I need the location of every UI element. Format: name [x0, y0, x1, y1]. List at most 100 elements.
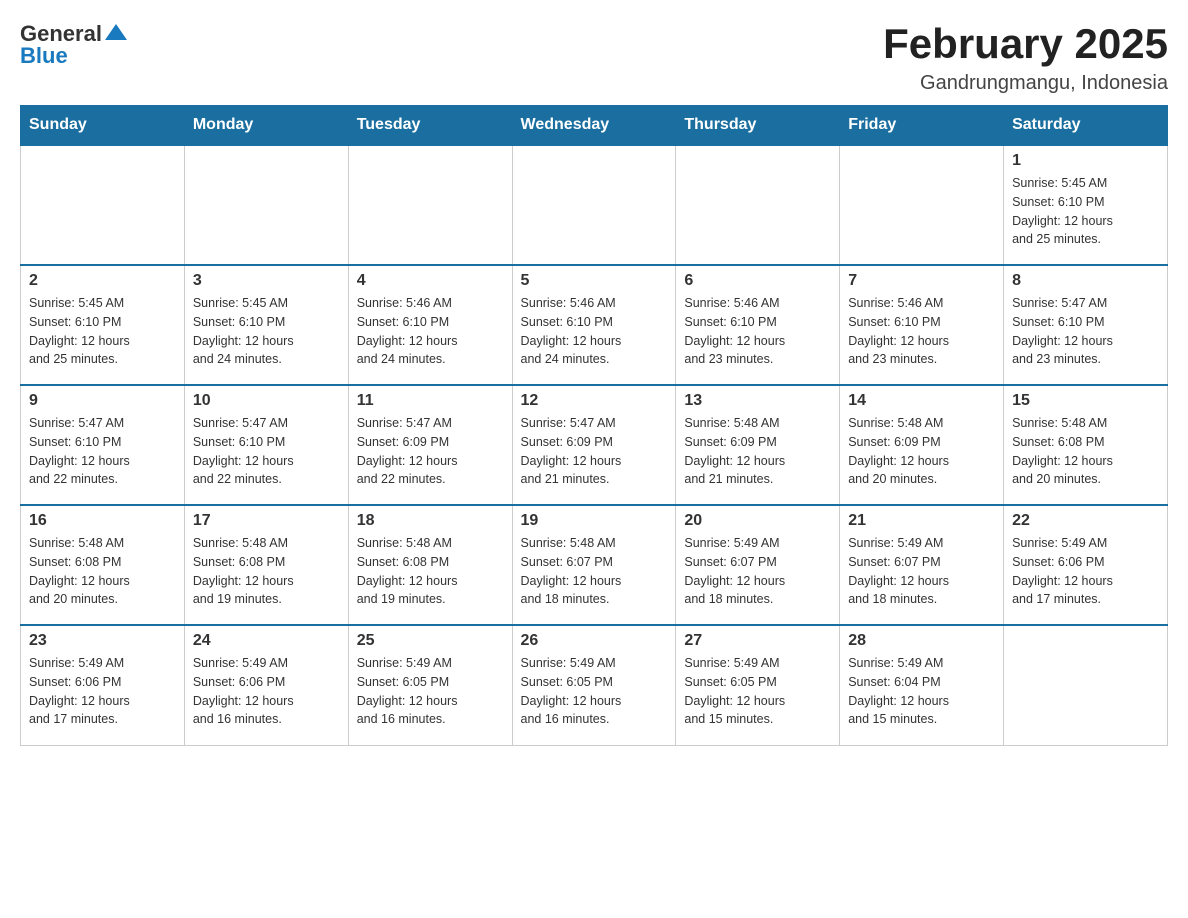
day-number: 7 — [848, 272, 995, 290]
day-info: Sunrise: 5:49 AMSunset: 6:06 PMDaylight:… — [193, 654, 340, 729]
day-info: Sunrise: 5:48 AMSunset: 6:07 PMDaylight:… — [521, 534, 668, 609]
title-section: February 2025 Gandrungmangu, Indonesia — [883, 20, 1168, 95]
day-number: 8 — [1012, 272, 1159, 290]
calendar-cell: 1 Sunrise: 5:45 AMSunset: 6:10 PMDaylight… — [1004, 145, 1168, 265]
calendar-cell: 25 Sunrise: 5:49 AMSunset: 6:05 PMDayligh… — [348, 625, 512, 745]
day-info: Sunrise: 5:48 AMSunset: 6:08 PMDaylight:… — [357, 534, 504, 609]
day-number: 11 — [357, 392, 504, 410]
day-info: Sunrise: 5:46 AMSunset: 6:10 PMDaylight:… — [848, 294, 995, 369]
calendar-cell: 16 Sunrise: 5:48 AMSunset: 6:08 PMDayligh… — [21, 505, 185, 625]
calendar-cell — [512, 145, 676, 265]
day-number: 22 — [1012, 512, 1159, 530]
calendar-cell — [676, 145, 840, 265]
day-info: Sunrise: 5:46 AMSunset: 6:10 PMDaylight:… — [357, 294, 504, 369]
day-info: Sunrise: 5:45 AMSunset: 6:10 PMDaylight:… — [193, 294, 340, 369]
day-number: 2 — [29, 272, 176, 290]
day-info: Sunrise: 5:47 AMSunset: 6:10 PMDaylight:… — [1012, 294, 1159, 369]
day-number: 1 — [1012, 152, 1159, 170]
day-info: Sunrise: 5:49 AMSunset: 6:07 PMDaylight:… — [684, 534, 831, 609]
day-info: Sunrise: 5:45 AMSunset: 6:10 PMDaylight:… — [29, 294, 176, 369]
calendar-cell: 19 Sunrise: 5:48 AMSunset: 6:07 PMDayligh… — [512, 505, 676, 625]
week-row-2: 2 Sunrise: 5:45 AMSunset: 6:10 PMDaylight… — [21, 265, 1168, 385]
calendar-cell: 11 Sunrise: 5:47 AMSunset: 6:09 PMDayligh… — [348, 385, 512, 505]
day-info: Sunrise: 5:49 AMSunset: 6:04 PMDaylight:… — [848, 654, 995, 729]
calendar-cell: 17 Sunrise: 5:48 AMSunset: 6:08 PMDayligh… — [184, 505, 348, 625]
week-row-5: 23 Sunrise: 5:49 AMSunset: 6:06 PMDayligh… — [21, 625, 1168, 745]
day-header-saturday: Saturday — [1004, 106, 1168, 146]
day-number: 25 — [357, 632, 504, 650]
day-info: Sunrise: 5:48 AMSunset: 6:09 PMDaylight:… — [848, 414, 995, 489]
calendar-cell: 8 Sunrise: 5:47 AMSunset: 6:10 PMDaylight… — [1004, 265, 1168, 385]
day-info: Sunrise: 5:48 AMSunset: 6:08 PMDaylight:… — [29, 534, 176, 609]
location-subtitle: Gandrungmangu, Indonesia — [883, 72, 1168, 95]
day-number: 9 — [29, 392, 176, 410]
day-header-monday: Monday — [184, 106, 348, 146]
day-info: Sunrise: 5:49 AMSunset: 6:07 PMDaylight:… — [848, 534, 995, 609]
day-number: 23 — [29, 632, 176, 650]
calendar-cell: 3Sunrise: 5:45 AMSunset: 6:10 PMDaylight… — [184, 265, 348, 385]
day-info: Sunrise: 5:47 AMSunset: 6:09 PMDaylight:… — [521, 414, 668, 489]
day-number: 13 — [684, 392, 831, 410]
calendar-cell: 27Sunrise: 5:49 AMSunset: 6:05 PMDayligh… — [676, 625, 840, 745]
logo-triangle-icon — [105, 22, 127, 42]
day-number: 14 — [848, 392, 995, 410]
month-title: February 2025 — [883, 20, 1168, 68]
day-number: 17 — [193, 512, 340, 530]
page-header: General Blue February 2025 Gandrungmangu… — [20, 20, 1168, 95]
calendar-cell: 2 Sunrise: 5:45 AMSunset: 6:10 PMDaylight… — [21, 265, 185, 385]
week-row-4: 16 Sunrise: 5:48 AMSunset: 6:08 PMDayligh… — [21, 505, 1168, 625]
day-number: 18 — [357, 512, 504, 530]
day-info: Sunrise: 5:49 AMSunset: 6:05 PMDaylight:… — [357, 654, 504, 729]
calendar-cell: 9 Sunrise: 5:47 AMSunset: 6:10 PMDaylight… — [21, 385, 185, 505]
day-number: 26 — [521, 632, 668, 650]
calendar-cell — [348, 145, 512, 265]
day-info: Sunrise: 5:46 AMSunset: 6:10 PMDaylight:… — [684, 294, 831, 369]
day-info: Sunrise: 5:49 AMSunset: 6:05 PMDaylight:… — [521, 654, 668, 729]
day-header-friday: Friday — [840, 106, 1004, 146]
day-info: Sunrise: 5:49 AMSunset: 6:05 PMDaylight:… — [684, 654, 831, 729]
day-info: Sunrise: 5:48 AMSunset: 6:08 PMDaylight:… — [193, 534, 340, 609]
calendar-cell: 20 Sunrise: 5:49 AMSunset: 6:07 PMDayligh… — [676, 505, 840, 625]
calendar-cell: 13 Sunrise: 5:48 AMSunset: 6:09 PMDayligh… — [676, 385, 840, 505]
day-info: Sunrise: 5:47 AMSunset: 6:10 PMDaylight:… — [29, 414, 176, 489]
day-number: 6 — [684, 272, 831, 290]
calendar-cell: 7 Sunrise: 5:46 AMSunset: 6:10 PMDaylight… — [840, 265, 1004, 385]
calendar-cell: 22Sunrise: 5:49 AMSunset: 6:06 PMDayligh… — [1004, 505, 1168, 625]
calendar-cell: 4 Sunrise: 5:46 AMSunset: 6:10 PMDaylight… — [348, 265, 512, 385]
calendar-cell — [184, 145, 348, 265]
day-header-tuesday: Tuesday — [348, 106, 512, 146]
day-info: Sunrise: 5:48 AMSunset: 6:09 PMDaylight:… — [684, 414, 831, 489]
calendar-cell: 26 Sunrise: 5:49 AMSunset: 6:05 PMDayligh… — [512, 625, 676, 745]
day-info: Sunrise: 5:45 AMSunset: 6:10 PMDaylight:… — [1012, 174, 1159, 249]
day-number: 24 — [193, 632, 340, 650]
calendar-cell: 28Sunrise: 5:49 AMSunset: 6:04 PMDayligh… — [840, 625, 1004, 745]
logo: General Blue — [20, 20, 127, 69]
day-number: 16 — [29, 512, 176, 530]
calendar-cell: 5 Sunrise: 5:46 AMSunset: 6:10 PMDaylight… — [512, 265, 676, 385]
day-header-thursday: Thursday — [676, 106, 840, 146]
day-info: Sunrise: 5:47 AMSunset: 6:09 PMDaylight:… — [357, 414, 504, 489]
day-number: 20 — [684, 512, 831, 530]
logo-blue-text: Blue — [20, 43, 127, 69]
day-info: Sunrise: 5:47 AMSunset: 6:10 PMDaylight:… — [193, 414, 340, 489]
calendar-cell: 21Sunrise: 5:49 AMSunset: 6:07 PMDayligh… — [840, 505, 1004, 625]
day-number: 5 — [521, 272, 668, 290]
day-header-wednesday: Wednesday — [512, 106, 676, 146]
calendar-cell: 10 Sunrise: 5:47 AMSunset: 6:10 PMDayligh… — [184, 385, 348, 505]
calendar-cell: 24 Sunrise: 5:49 AMSunset: 6:06 PMDayligh… — [184, 625, 348, 745]
week-row-3: 9 Sunrise: 5:47 AMSunset: 6:10 PMDaylight… — [21, 385, 1168, 505]
day-number: 19 — [521, 512, 668, 530]
calendar-cell: 14 Sunrise: 5:48 AMSunset: 6:09 PMDayligh… — [840, 385, 1004, 505]
calendar-cell: 6 Sunrise: 5:46 AMSunset: 6:10 PMDaylight… — [676, 265, 840, 385]
day-number: 10 — [193, 392, 340, 410]
day-header-sunday: Sunday — [21, 106, 185, 146]
calendar-cell: 18 Sunrise: 5:48 AMSunset: 6:08 PMDayligh… — [348, 505, 512, 625]
calendar-cell: 15Sunrise: 5:48 AMSunset: 6:08 PMDayligh… — [1004, 385, 1168, 505]
calendar-cell: 12Sunrise: 5:47 AMSunset: 6:09 PMDayligh… — [512, 385, 676, 505]
calendar-cell — [840, 145, 1004, 265]
week-row-1: 1 Sunrise: 5:45 AMSunset: 6:10 PMDaylight… — [21, 145, 1168, 265]
calendar-cell: 23Sunrise: 5:49 AMSunset: 6:06 PMDayligh… — [21, 625, 185, 745]
day-info: Sunrise: 5:46 AMSunset: 6:10 PMDaylight:… — [521, 294, 668, 369]
day-number: 4 — [357, 272, 504, 290]
day-number: 15 — [1012, 392, 1159, 410]
